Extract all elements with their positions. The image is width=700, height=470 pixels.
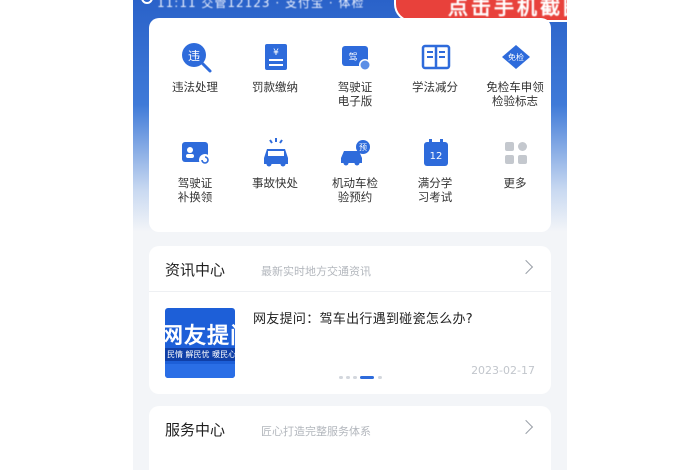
svg-text:预: 预 [359,142,367,152]
service-center-title: 服务中心 [165,421,226,439]
exempt-badge-icon: 免检 [502,45,530,69]
svg-text:¥: ¥ [273,48,279,58]
info-center-subtitle: 最新实时地方交通资讯 [261,265,371,278]
service-full-score-exam[interactable]: 12 满分学 习考试 [395,124,475,216]
news-title[interactable]: 网友提问：驾车出行遇到碰瓷怎么办? [253,308,473,327]
violation-icon: 违 [182,43,212,73]
carousel-dot [339,376,343,379]
service-label: 罚款缴纳 [252,80,298,94]
service-accident[interactable]: 事故快处 [235,124,315,216]
service-exempt-inspection[interactable]: 免检 免检车申领 检验标志 [475,28,555,120]
service-fine-payment[interactable]: ¥ 罚款缴纳 [235,28,315,120]
carousel-dots [339,376,399,380]
service-label: 驾驶证 补换领 [177,176,213,204]
more-grid-icon [505,142,527,164]
service-center-subtitle: 匠心打造完整服务体系 [261,425,371,438]
exam-calendar-icon: 12 [424,139,448,166]
search-icon [141,0,153,4]
fine-payment-icon: ¥ [265,44,287,70]
study-book-icon [421,44,451,70]
e-license-icon: 驾 [342,46,371,71]
svg-text:12: 12 [430,151,443,162]
carousel-dot [346,376,350,379]
service-study-points[interactable]: 学法减分 [395,28,475,120]
service-center-card: 服务中心 匠心打造完整服务体系 [149,406,551,470]
info-center-header[interactable]: 资讯中心 最新实时地方交通资讯 [149,246,551,292]
service-label: 免检车申领 检验标志 [486,80,544,108]
promo-banner-text: 点击手机截图 [448,0,567,19]
service-label: 违法处理 [172,80,218,94]
vehicle-inspection-icon: 预 [341,140,370,166]
carousel-dot-active [360,376,374,379]
status-bar: 11:11 交管12123 · 支付宝 · 体检 [141,0,401,10]
news-date: 2023-02-17 [471,364,535,377]
chevron-right-icon[interactable] [518,419,534,435]
status-bar-text: 11:11 交管12123 · 支付宝 · 体检 [157,0,365,10]
service-e-license[interactable]: 驾 驾驶证 电子版 [315,28,395,120]
service-label: 机动车检 验预约 [332,176,378,204]
service-label: 更多 [503,176,527,190]
svg-text:驾: 驾 [348,52,357,63]
service-label: 学法减分 [412,80,458,94]
service-more[interactable]: 更多 [475,124,555,216]
info-center-title: 资讯中心 [165,261,226,279]
service-license-replace[interactable]: 驾驶证 补换领 [155,124,235,216]
service-label: 满分学 习考试 [417,176,453,204]
service-grid-card: 违 违法处理 ¥ 罚款缴纳 驾 驾驶证 电子版 学法减分 免检 免检车申领 检验… [149,18,551,232]
accident-car-icon [264,138,288,167]
news-thumbnail-tag: 民情 解民忧 暖民心 [165,348,235,361]
svg-text:免检: 免检 [508,52,524,62]
service-violation[interactable]: 违 违法处理 [155,28,235,120]
news-thumbnail-text: 网友提问 [165,324,235,349]
license-replace-icon [182,142,211,166]
carousel-dot [378,376,382,379]
app-screen: 11:11 交管12123 · 支付宝 · 体检 点击手机截图 违 违法处理 ¥… [133,0,567,470]
service-center-header[interactable]: 服务中心 匠心打造完整服务体系 [149,406,551,452]
news-thumbnail[interactable]: 网友提问 民情 解民忧 暖民心 [165,308,235,378]
service-label: 驾驶证 电子版 [337,80,373,108]
service-vehicle-inspection[interactable]: 预 机动车检 验预约 [315,124,395,216]
info-center-card: 资讯中心 最新实时地方交通资讯 网友提问 民情 解民忧 暖民心 网友提问：驾车出… [149,246,551,394]
thumbnail-stripe [165,364,235,378]
chevron-right-icon[interactable] [518,259,534,275]
service-label: 事故快处 [252,176,298,190]
svg-text:违: 违 [188,49,200,63]
carousel-dot [353,376,357,379]
